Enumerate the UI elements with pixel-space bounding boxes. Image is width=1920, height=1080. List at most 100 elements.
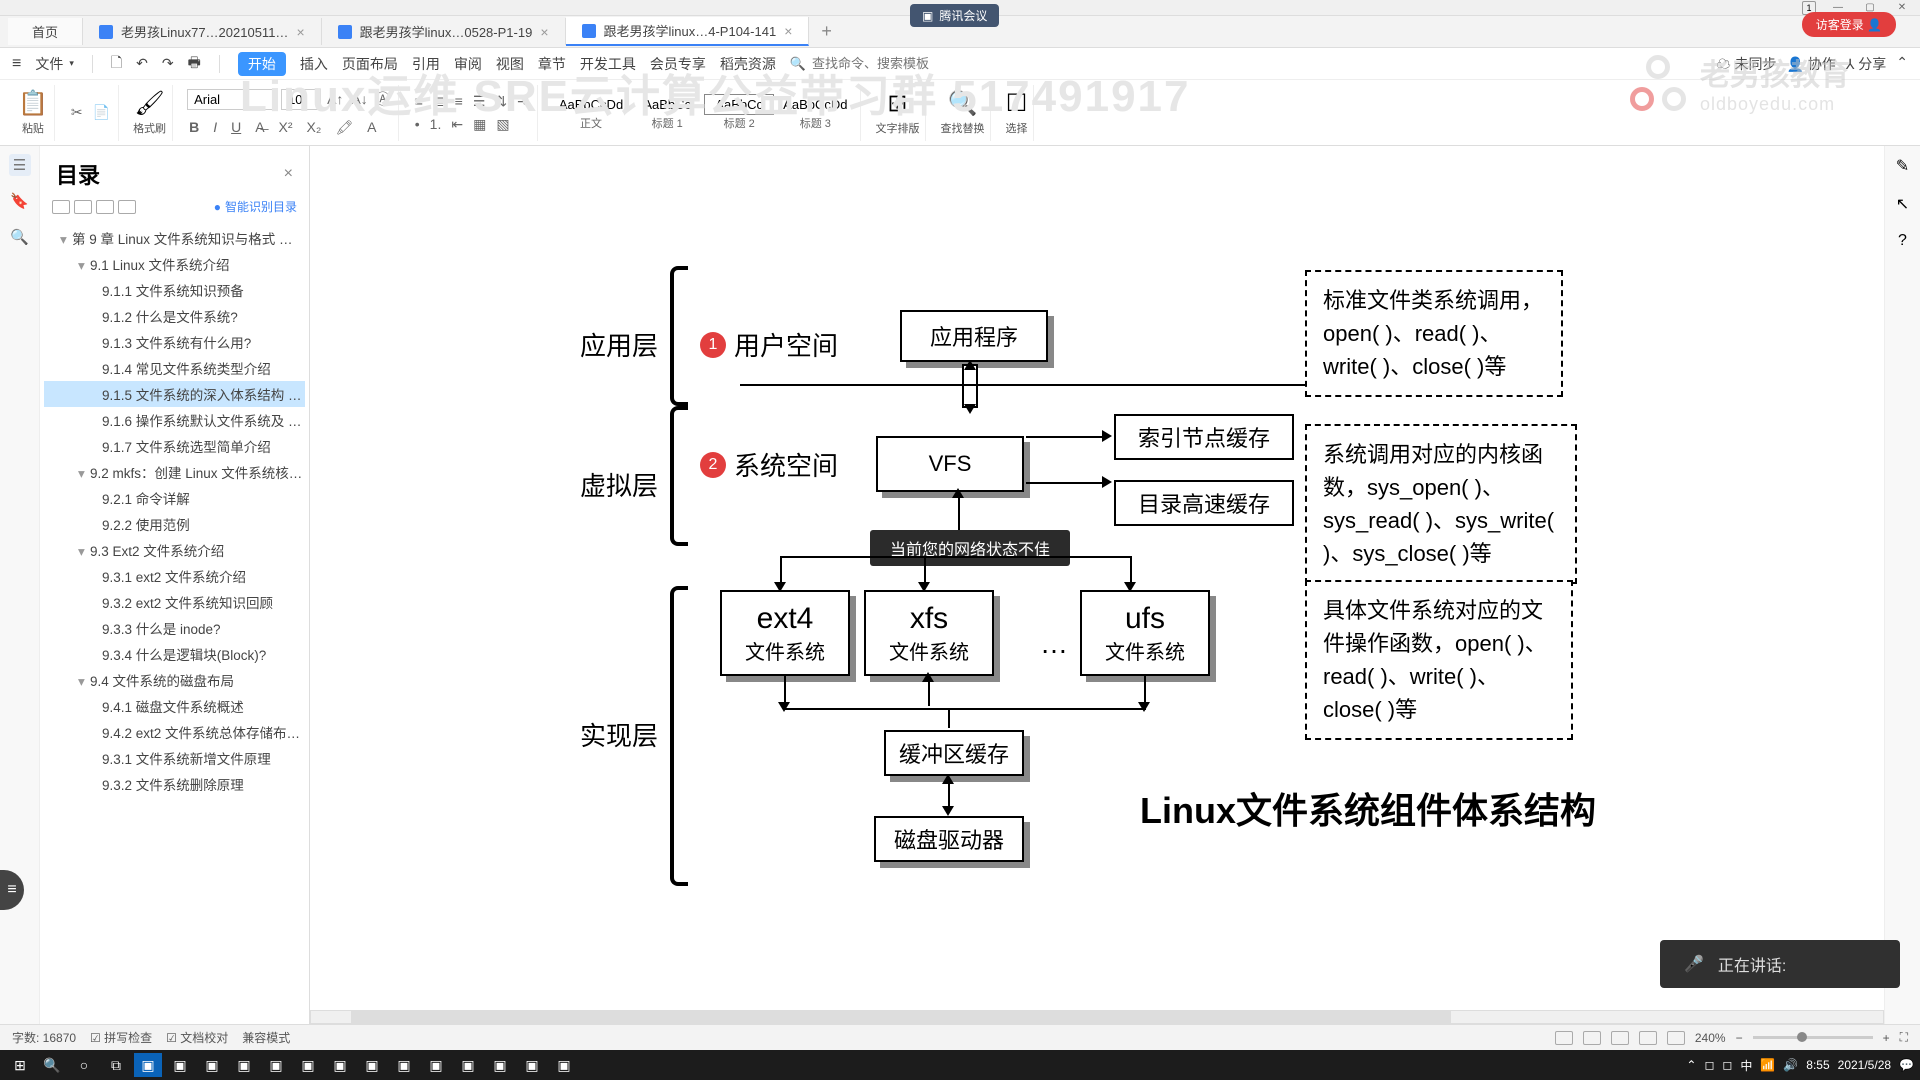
app-icon[interactable]: ▣: [518, 1053, 546, 1077]
cortana-icon[interactable]: ○: [70, 1053, 98, 1077]
app-icon[interactable]: ▣: [326, 1053, 354, 1077]
outline-item[interactable]: 9.3.4 什么是逻辑块(Block)?: [44, 641, 305, 667]
outline-item[interactable]: 9.2.2 使用范例: [44, 511, 305, 537]
app-icon[interactable]: ▣: [454, 1053, 482, 1077]
app-icon[interactable]: ▣: [486, 1053, 514, 1077]
close-panel-icon[interactable]: ×: [284, 165, 293, 183]
undo-icon[interactable]: ↶: [136, 55, 148, 72]
smart-outline-button[interactable]: ● 智能识别目录: [214, 198, 297, 215]
close-icon[interactable]: ×: [296, 24, 304, 40]
tab-doc1[interactable]: 老男孩Linux77…20210511…×: [83, 18, 322, 45]
hamburger-icon[interactable]: ≡: [12, 55, 21, 73]
app-icon[interactable]: ▣: [134, 1053, 162, 1077]
save-icon[interactable]: 🗋: [111, 52, 122, 76]
scroll-thumb[interactable]: [351, 1011, 1451, 1023]
app-icon[interactable]: ▣: [198, 1053, 226, 1077]
share-button[interactable]: ⅄ 分享: [1846, 54, 1886, 74]
document-canvas[interactable]: 应用层 1 用户空间 应用程序 虚拟层 2 系统空间 VFS: [310, 146, 1884, 1076]
outline-item[interactable]: ▾第 9 章 Linux 文件系统知识与格式 …: [44, 225, 305, 251]
app-icon[interactable]: ▣: [550, 1053, 578, 1077]
outline-item[interactable]: ▾9.2 mkfs：创建 Linux 文件系统核…: [44, 459, 305, 485]
app-icon[interactable]: ▣: [230, 1053, 258, 1077]
cut-icon[interactable]: ✂: [69, 102, 85, 123]
level-up-icon[interactable]: [96, 200, 114, 214]
outline-item[interactable]: 9.4.2 ext2 文件系统总体存储布…: [44, 719, 305, 745]
tray-icon[interactable]: ◻: [1704, 1058, 1714, 1072]
outline-toggle-icon[interactable]: ☰: [9, 154, 31, 176]
horizontal-scrollbar[interactable]: [310, 1010, 1884, 1024]
help-icon[interactable]: ?: [1898, 232, 1907, 250]
fullscreen-icon[interactable]: ⛶: [1900, 1030, 1908, 1045]
outline-item[interactable]: 9.1.5 文件系统的深入体系结构 …: [44, 381, 305, 407]
notif-center-icon[interactable]: 💬: [1899, 1058, 1914, 1072]
outline-item[interactable]: ▾9.4 文件系统的磁盘布局: [44, 667, 305, 693]
app-icon[interactable]: ▣: [294, 1053, 322, 1077]
zoom-value[interactable]: 240%: [1695, 1031, 1726, 1045]
collapse-all-icon[interactable]: [74, 200, 92, 214]
close-icon[interactable]: ×: [784, 23, 792, 39]
app-icon[interactable]: ▣: [262, 1053, 290, 1077]
outline-item[interactable]: 9.1.3 文件系统有什么用?: [44, 329, 305, 355]
file-menu[interactable]: 文件▾: [35, 54, 74, 74]
network-icon[interactable]: 📶: [1760, 1058, 1775, 1072]
guest-login-badge[interactable]: 访客登录 👤: [1802, 12, 1896, 37]
outline-item[interactable]: 9.2.1 命令详解: [44, 485, 305, 511]
view-read-icon[interactable]: [1611, 1031, 1629, 1045]
italic-icon[interactable]: I: [211, 117, 219, 138]
volume-icon[interactable]: 🔊: [1783, 1058, 1798, 1072]
tray-up-icon[interactable]: ⌃: [1686, 1058, 1696, 1072]
copy-icon[interactable]: 📄: [91, 102, 112, 123]
tab-doc3[interactable]: 跟老男孩学linux…4-P104-141×: [566, 17, 810, 46]
expand-all-icon[interactable]: [52, 200, 70, 214]
close-icon[interactable]: ×: [540, 24, 548, 40]
tab-doc2[interactable]: 跟老男孩学linux…0528-P1-19×: [322, 18, 566, 45]
taskview-icon[interactable]: ⧉: [102, 1053, 130, 1077]
word-count[interactable]: 字数: 16870: [12, 1029, 76, 1046]
outline-item[interactable]: 9.3.3 什么是 inode?: [44, 615, 305, 641]
new-tab-button[interactable]: +: [809, 21, 844, 42]
start-icon[interactable]: ⊞: [6, 1053, 34, 1077]
tray-icon[interactable]: ◻: [1722, 1058, 1732, 1072]
outline-item[interactable]: 9.1.7 文件系统选型简单介绍: [44, 433, 305, 459]
outline-item[interactable]: 9.4.1 磁盘文件系统概述: [44, 693, 305, 719]
search-rail-icon[interactable]: 🔍: [9, 226, 31, 248]
zoom-in-icon[interactable]: +: [1883, 1031, 1890, 1045]
app-icon[interactable]: ▣: [390, 1053, 418, 1077]
outline-item[interactable]: ▾9.1 Linux 文件系统介绍: [44, 251, 305, 277]
outline-item[interactable]: 9.3.1 文件系统新增文件原理: [44, 745, 305, 771]
outline-item[interactable]: 9.1.2 什么是文件系统?: [44, 303, 305, 329]
outline-item[interactable]: 9.1.6 操作系统默认文件系统及 …: [44, 407, 305, 433]
cursor-icon[interactable]: ↖: [1896, 194, 1909, 214]
format-painter-icon[interactable]: 🖌: [134, 89, 164, 118]
bookmark-icon[interactable]: 🔖: [9, 190, 31, 212]
view-full-icon[interactable]: [1667, 1031, 1685, 1045]
ime-icon[interactable]: 中: [1740, 1057, 1752, 1074]
clock-date[interactable]: 2021/5/28: [1838, 1058, 1891, 1072]
view-page-icon[interactable]: [1555, 1031, 1573, 1045]
pen-icon[interactable]: ✎: [1896, 156, 1909, 176]
search-task-icon[interactable]: 🔍: [38, 1053, 66, 1077]
collapse-ribbon-icon[interactable]: ⌃: [1896, 54, 1908, 74]
outline-item[interactable]: 9.3.2 ext2 文件系统知识回顾: [44, 589, 305, 615]
outline-item[interactable]: 9.1.1 文件系统知识预备: [44, 277, 305, 303]
print-icon[interactable]: 🖶: [188, 52, 201, 76]
redo-icon[interactable]: ↷: [162, 55, 174, 72]
app-icon[interactable]: ▣: [358, 1053, 386, 1077]
outline-item[interactable]: 9.3.1 ext2 文件系统介绍: [44, 563, 305, 589]
outline-item[interactable]: 9.1.4 常见文件系统类型介绍: [44, 355, 305, 381]
proofing-toggle[interactable]: ☑ 文档校对: [166, 1029, 228, 1046]
level-down-icon[interactable]: [118, 200, 136, 214]
app-icon[interactable]: ▣: [166, 1053, 194, 1077]
close-button[interactable]: ✕: [1892, 2, 1912, 14]
outline-item[interactable]: ▾9.3 Ext2 文件系统介绍: [44, 537, 305, 563]
bold-icon[interactable]: B: [187, 117, 201, 138]
tab-home[interactable]: 首页: [8, 18, 83, 45]
app-icon[interactable]: ▣: [422, 1053, 450, 1077]
view-web-icon[interactable]: [1639, 1031, 1657, 1045]
spellcheck-toggle[interactable]: ☑ 拼写检查: [90, 1029, 152, 1046]
zoom-out-icon[interactable]: −: [1736, 1031, 1743, 1045]
outline-item[interactable]: 9.3.2 文件系统删除原理: [44, 771, 305, 797]
clock-time[interactable]: 8:55: [1806, 1058, 1829, 1072]
paste-icon[interactable]: 📋: [18, 89, 48, 118]
zoom-slider[interactable]: [1753, 1036, 1873, 1039]
